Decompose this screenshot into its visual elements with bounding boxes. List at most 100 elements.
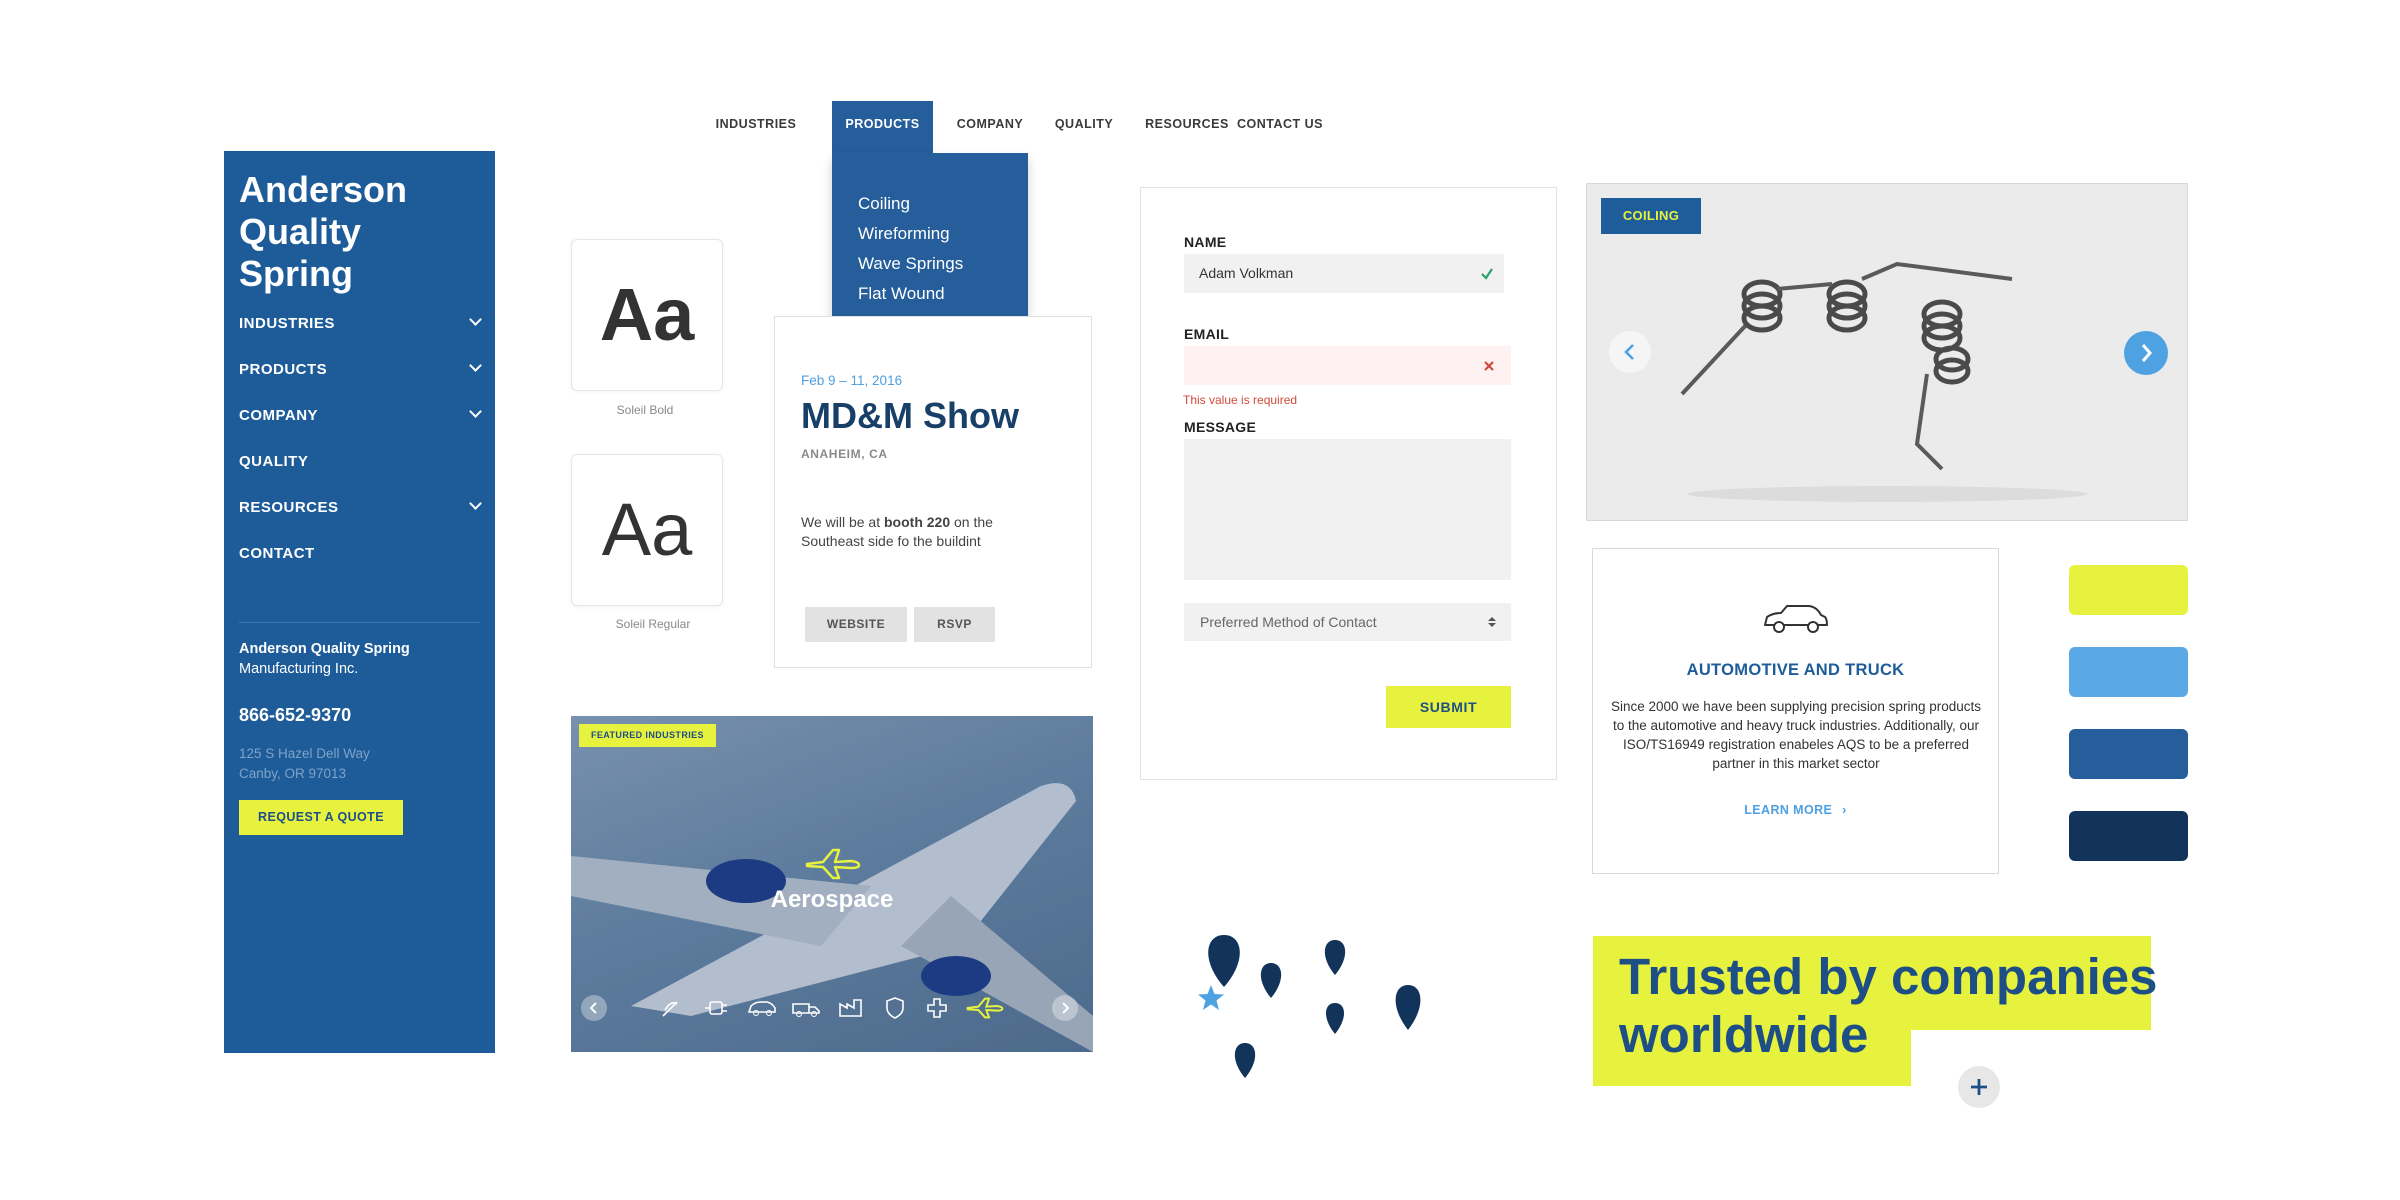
select-arrows-icon <box>1488 617 1496 627</box>
plug-icon[interactable] <box>703 994 729 1022</box>
nav-contact-us[interactable]: CONTACT US <box>1236 101 1324 153</box>
carousel-next-button[interactable] <box>1052 995 1078 1021</box>
message-label: MESSAGE <box>1184 419 1257 435</box>
event-card: Feb 9 – 11, 2016 MD&M Show ANAHEIM, CA W… <box>774 316 1092 668</box>
learn-more-link[interactable]: LEARN MORE › <box>1593 803 1998 817</box>
nav-industries[interactable]: INDUSTRIES <box>705 101 807 153</box>
chevron-down-icon <box>469 497 482 510</box>
sidebar-item-industries[interactable]: INDUSTRIES <box>239 311 482 357</box>
map-pin-icon <box>1395 985 1421 1030</box>
chevron-down-icon <box>469 313 482 326</box>
event-location: ANAHEIM, CA <box>801 447 888 461</box>
nav-products[interactable]: PRODUCTS <box>832 101 933 153</box>
dropdown-item-coiling[interactable]: Coiling <box>858 189 1028 219</box>
factory-icon[interactable] <box>837 994 865 1022</box>
company-info: Anderson Quality Spring Manufacturing In… <box>239 639 410 679</box>
type-sample-bold: Aa <box>571 239 723 391</box>
nav-company[interactable]: COMPANY <box>946 101 1034 153</box>
trusted-line-2: worldwide <box>1619 1006 1869 1063</box>
chevron-right-icon <box>2141 344 2152 362</box>
car-icon <box>1764 605 1828 633</box>
sidebar-item-contact[interactable]: CONTACT <box>239 541 480 587</box>
check-icon <box>1481 268 1493 280</box>
featured-industries-panel: FEATURED INDUSTRIES Aerospace <box>571 716 1093 1052</box>
brand-title[interactable]: Anderson Quality Spring <box>239 169 479 295</box>
type-caption-bold: Soleil Bold <box>616 403 674 417</box>
sidebar-item-company[interactable]: COMPANY <box>239 403 482 449</box>
map-pin-icon <box>1325 1003 1345 1034</box>
map-pin-icon <box>1208 935 1240 987</box>
email-field[interactable] <box>1184 346 1511 385</box>
phone-number[interactable]: 866-652-9370 <box>239 705 351 726</box>
sidebar-item-label: PRODUCTS <box>239 361 328 378</box>
request-quote-button[interactable]: REQUEST A QUOTE <box>239 800 403 835</box>
sidebar-divider <box>239 622 480 623</box>
swatch-yellow <box>2069 565 2188 615</box>
star-icon <box>1198 985 1224 1010</box>
type-sample-regular: Aa <box>571 454 723 606</box>
slider-next-button[interactable] <box>2124 331 2168 375</box>
submit-button[interactable]: SUBMIT <box>1386 686 1511 728</box>
automotive-card: AUTOMOTIVE AND TRUCK Since 2000 we have … <box>1592 548 1999 874</box>
type-caption-regular: Soleil Regular <box>615 617 691 631</box>
shield-icon[interactable] <box>883 994 907 1022</box>
coiling-slider: COILING <box>1586 183 2188 521</box>
address-line-1: 125 S Hazel Dell Way <box>239 746 370 761</box>
error-x-icon <box>1484 361 1494 371</box>
contact-method-placeholder: Preferred Method of Contact <box>1200 614 1377 630</box>
nav-quality[interactable]: QUALITY <box>1048 101 1120 153</box>
featured-industries-tag: FEATURED INDUSTRIES <box>579 724 716 747</box>
event-description: We will be at booth 220 on the Southeast… <box>801 513 1031 551</box>
chevron-down-icon <box>469 359 482 372</box>
event-desc-pre: We will be at <box>801 514 884 530</box>
sidebar: Anderson Quality Spring INDUSTRIES PRODU… <box>224 151 495 1053</box>
airplane-icon[interactable] <box>965 994 1005 1022</box>
products-dropdown: Coiling Wireforming Wave Springs Flat Wo… <box>832 153 1028 340</box>
carousel-prev-button[interactable] <box>581 995 607 1021</box>
slider-prev-button[interactable] <box>1609 331 1651 373</box>
message-field[interactable] <box>1184 439 1511 580</box>
map-pin-icon <box>1234 1043 1256 1078</box>
swatch-blue <box>2069 729 2188 779</box>
airplane-icon <box>805 848 861 880</box>
learn-more-label: LEARN MORE <box>1744 803 1833 817</box>
dropdown-item-flat-wound[interactable]: Flat Wound <box>858 279 1028 309</box>
sidebar-menu: INDUSTRIES PRODUCTS COMPANY QUALITY RESO… <box>239 311 482 587</box>
sidebar-item-quality[interactable]: QUALITY <box>239 449 480 495</box>
event-title[interactable]: MD&M Show <box>801 395 1019 437</box>
chevron-down-icon <box>469 405 482 418</box>
sidebar-item-products[interactable]: PRODUCTS <box>239 357 482 403</box>
plus-icon <box>1971 1079 1987 1095</box>
spring-icon[interactable] <box>659 994 683 1022</box>
sidebar-item-resources[interactable]: RESOURCES <box>239 495 482 541</box>
email-error-message: This value is required <box>1183 393 1298 407</box>
dropdown-item-wave-springs[interactable]: Wave Springs <box>858 249 1028 279</box>
contact-form: NAME Adam Volkman EMAIL This value is re… <box>1140 187 1557 780</box>
chevron-right-icon: › <box>1842 803 1847 817</box>
truck-icon[interactable] <box>791 994 821 1022</box>
torsion-spring-image <box>1680 261 2087 502</box>
company-subtitle: Manufacturing Inc. <box>239 661 359 677</box>
nav-resources[interactable]: RESOURCES <box>1144 101 1230 153</box>
dropdown-item-wireforming[interactable]: Wireforming <box>858 219 1028 249</box>
automotive-description: Since 2000 we have been supplying precis… <box>1611 699 1981 771</box>
contact-method-select[interactable]: Preferred Method of Contact <box>1184 603 1511 641</box>
sidebar-item-label: QUALITY <box>239 453 309 470</box>
aerospace-title[interactable]: Aerospace <box>571 886 1093 914</box>
name-field[interactable]: Adam Volkman <box>1184 254 1504 293</box>
address: 125 S Hazel Dell Way Canby, OR 97013 <box>239 744 370 784</box>
trusted-line-1: Trusted by companies <box>1619 948 2158 1005</box>
name-field-value: Adam Volkman <box>1199 265 1294 281</box>
top-nav: INDUSTRIES PRODUCTS COMPANY QUALITY RESO… <box>705 101 1324 153</box>
sidebar-item-label: COMPANY <box>239 407 319 424</box>
plus-button[interactable] <box>1958 1066 2000 1108</box>
website-button[interactable]: WEBSITE <box>805 607 907 642</box>
sidebar-item-label: INDUSTRIES <box>239 315 335 332</box>
car-icon[interactable] <box>747 994 777 1022</box>
chevron-left-icon <box>1624 344 1634 360</box>
medical-icon[interactable] <box>925 994 949 1022</box>
event-date: Feb 9 – 11, 2016 <box>801 373 903 388</box>
rsvp-button[interactable]: RSVP <box>914 607 995 642</box>
